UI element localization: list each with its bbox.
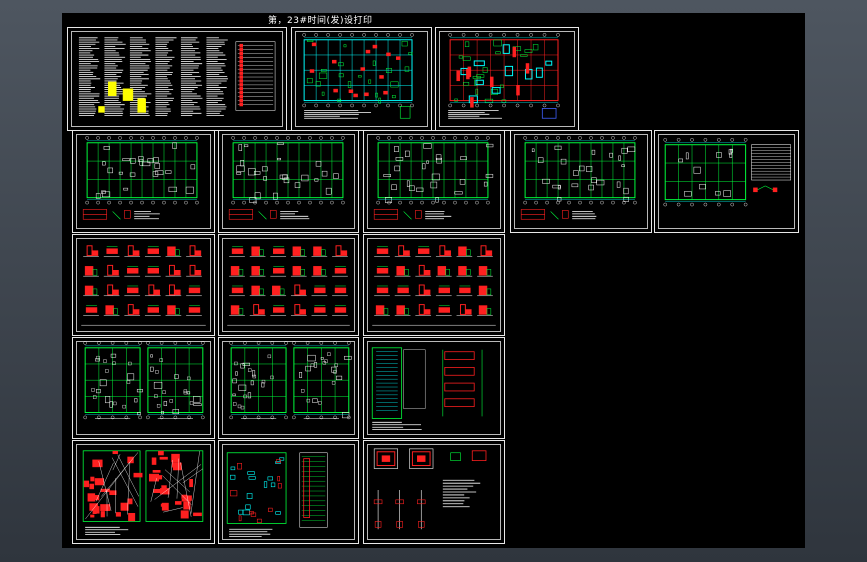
sheet-stair-drawing <box>371 347 483 431</box>
sheet-slab-red[interactable] <box>72 440 215 544</box>
sheet-notes-drawing <box>78 37 276 116</box>
sheet-twin-1-drawing <box>83 341 205 420</box>
sheet-floor-3-drawing <box>373 136 494 220</box>
sheet-floor-1-drawing <box>82 136 199 220</box>
sheet-floor-2-drawing <box>228 136 345 220</box>
drawing-canvas[interactable]: 第，23#时间(发)设打印 <box>62 13 805 548</box>
sheet-slab-mix[interactable] <box>218 440 359 544</box>
sheet-stair[interactable] <box>363 337 505 439</box>
sheet-floor-2[interactable] <box>218 130 359 233</box>
sheet-detail-3-drawing <box>372 245 496 326</box>
sheet-notes[interactable] <box>67 27 287 131</box>
sheet-plan-a-drawing <box>302 33 414 119</box>
sheet-twin-2-drawing <box>229 341 352 420</box>
sheet-plan-a[interactable] <box>291 27 432 131</box>
sheet-slab-mix-drawing <box>226 452 328 538</box>
sheet-floor-3[interactable] <box>363 130 505 233</box>
sheet-plan-b-drawing <box>448 33 560 119</box>
drawing-title: 第，23#时间(发)设打印 <box>268 16 373 26</box>
sheet-twin-2[interactable] <box>218 337 359 439</box>
sheet-floor-4-drawing <box>520 136 637 220</box>
sheet-detail-1-drawing <box>81 245 206 326</box>
sheet-floor-4[interactable] <box>510 130 652 233</box>
sheet-sections-drawing <box>373 448 487 530</box>
sheet-sections[interactable] <box>363 440 505 544</box>
sheet-plan-b[interactable] <box>435 27 579 131</box>
sheet-floor-1[interactable] <box>72 130 215 233</box>
sheet-roof-drawing <box>663 138 791 207</box>
sheet-detail-2[interactable] <box>218 234 359 336</box>
sheet-twin-1[interactable] <box>72 337 215 439</box>
sheet-roof[interactable] <box>654 130 799 233</box>
sheet-detail-3[interactable] <box>363 234 505 336</box>
sheet-slab-red-drawing <box>82 450 204 536</box>
sheet-detail-2-drawing <box>227 245 350 326</box>
sheet-detail-1[interactable] <box>72 234 215 336</box>
